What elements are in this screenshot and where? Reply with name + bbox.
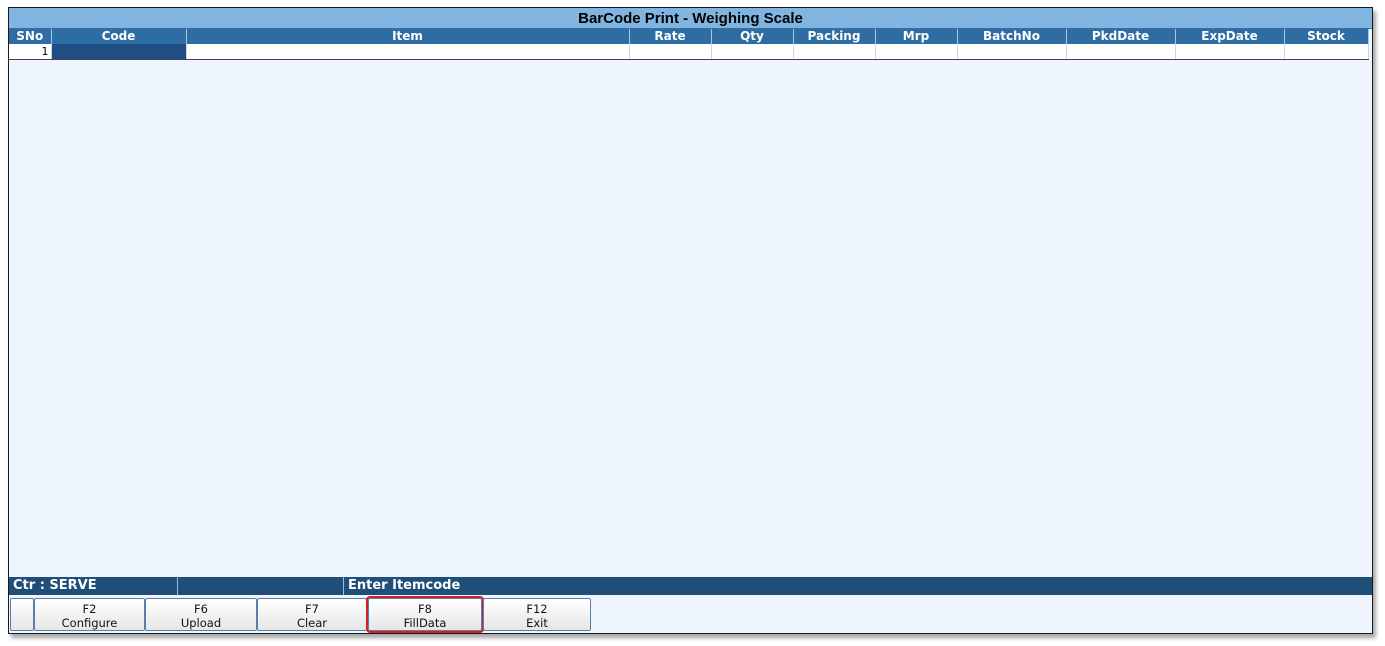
cell-stock[interactable] xyxy=(1284,44,1369,60)
fkey-code: F7 xyxy=(305,602,319,616)
column-header-qty: Qty xyxy=(711,29,794,44)
cell-pkddate[interactable] xyxy=(1066,44,1176,60)
barcode-grid: SNo Code Item Rate Qty Packing Mrp Batch… xyxy=(9,29,1369,60)
column-header-expdate: ExpDate xyxy=(1175,29,1285,44)
fkey-label: Clear xyxy=(296,616,328,630)
cell-qty[interactable] xyxy=(711,44,794,60)
fkey-label: Configure xyxy=(61,616,118,630)
cell-mrp[interactable] xyxy=(875,44,958,60)
cell-sno: 1 xyxy=(9,44,52,60)
fkey-label: Exit xyxy=(526,616,548,630)
fkey-label: FillData xyxy=(403,616,447,630)
column-header-mrp: Mrp xyxy=(875,29,958,44)
cell-expdate[interactable] xyxy=(1175,44,1285,60)
clear-button[interactable]: F7 Clear xyxy=(257,598,367,631)
column-header-pkddate: PkdDate xyxy=(1066,29,1176,44)
status-counter: Ctr : SERVE xyxy=(9,577,178,595)
cell-code-input[interactable] xyxy=(51,44,187,60)
column-header-batchno: BatchNo xyxy=(957,29,1067,44)
upload-button[interactable]: F6 Upload xyxy=(145,598,257,631)
status-message: Enter Itemcode xyxy=(348,578,461,593)
grid-header-row: SNo Code Item Rate Qty Packing Mrp Batch… xyxy=(9,29,1369,44)
fkey-label: Upload xyxy=(180,616,222,630)
cell-item[interactable] xyxy=(186,44,630,60)
column-header-packing: Packing xyxy=(793,29,876,44)
column-header-item: Item xyxy=(186,29,630,44)
fkey-code: F6 xyxy=(194,602,208,616)
cell-batchno[interactable] xyxy=(957,44,1067,60)
cell-rate[interactable] xyxy=(629,44,712,60)
blank-key-button[interactable] xyxy=(10,598,34,631)
window-title: BarCode Print - Weighing Scale xyxy=(9,8,1372,29)
status-bar: Ctr : SERVE Enter Itemcode xyxy=(9,577,1372,595)
status-middle xyxy=(178,577,344,595)
column-header-rate: Rate xyxy=(629,29,712,44)
column-header-code: Code xyxy=(51,29,187,44)
exit-button[interactable]: F12 Exit xyxy=(483,598,591,631)
fkey-code: F8 xyxy=(418,602,432,616)
configure-button[interactable]: F2 Configure xyxy=(34,598,145,631)
column-header-stock: Stock xyxy=(1284,29,1369,44)
fkey-code: F12 xyxy=(526,602,548,616)
barcode-print-window: BarCode Print - Weighing Scale SNo Code … xyxy=(8,7,1373,634)
fkey-code: F2 xyxy=(82,602,97,616)
column-header-sno: SNo xyxy=(9,29,52,44)
filldata-button[interactable]: F8 FillData xyxy=(366,596,484,633)
function-key-bar: F2 Configure F6 Upload F7 Clear F8 FillD… xyxy=(9,596,1372,633)
table-row[interactable]: 1 xyxy=(9,44,1369,60)
cell-packing[interactable] xyxy=(793,44,876,60)
